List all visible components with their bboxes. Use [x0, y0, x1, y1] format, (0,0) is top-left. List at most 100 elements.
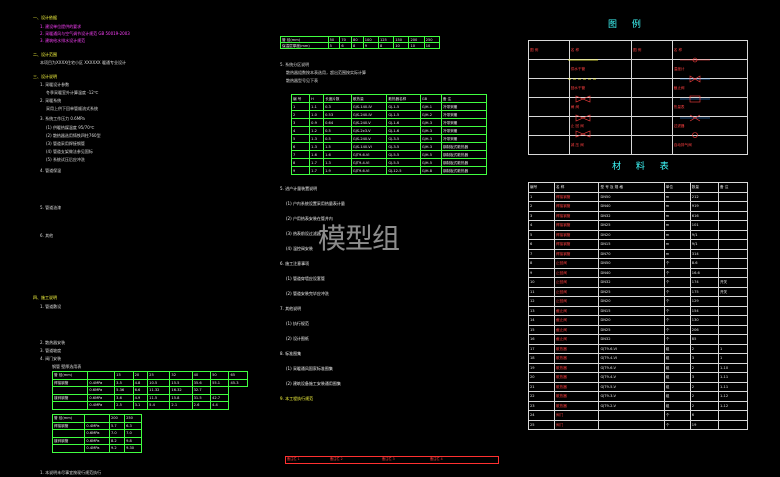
table-cell: 21 [527, 381, 556, 392]
table-cell [717, 296, 749, 307]
table-cell: 焊接钢管 [554, 229, 600, 240]
table-cell [717, 419, 749, 430]
table-cell: GJT9-4-VI [598, 353, 665, 364]
table-cell: 1 [527, 191, 556, 202]
table-row: 14 截止阀 DN20 个 130 [527, 315, 749, 326]
table-cell: DN40 [598, 267, 665, 278]
table-cell: 13 [527, 305, 556, 316]
table-cell: 组 [663, 391, 691, 402]
table-cell: 名 称 [554, 182, 600, 193]
table-cell: 组 [663, 400, 691, 411]
table-cell: 型 号 及 规 格 [598, 182, 665, 193]
table-row: 12 止回阀 DN20 个 129 [527, 296, 749, 307]
table-row: 19 散热器 GJT9-6-V 组 2 1-10 [527, 362, 749, 373]
table-cell: 10 [527, 277, 556, 288]
table-cell: DN15 [598, 305, 665, 316]
table-cell [598, 419, 665, 430]
table-cell: 个 [663, 419, 691, 430]
materials-title: 材 料 表 [612, 162, 675, 172]
table-cell: 1-11 [717, 372, 749, 383]
table-cell: 11 [527, 286, 556, 297]
table-cell: 1 [717, 353, 749, 364]
table-cell: GJT9-6-V [598, 362, 665, 373]
check-valve-icon [575, 114, 591, 122]
table-cell: 25 [527, 419, 556, 430]
table-cell: 16 [527, 334, 556, 345]
table-cell [717, 220, 749, 231]
table-cell: GJT9-3-V [598, 391, 665, 402]
table-cell: 12 [527, 296, 556, 307]
table-cell: 2 [689, 343, 719, 354]
table-cell: 截止阀 [554, 305, 600, 316]
table-cell: 个 [663, 277, 691, 288]
table-row: 17 散热器 GJT9-6-VI 组 2 1 [527, 343, 749, 354]
table-cell: 散热器 [554, 343, 600, 354]
reducing-valve-icon [575, 130, 591, 138]
table-cell: 焊接钢管 [554, 239, 600, 250]
gate-valve-icon [575, 95, 591, 103]
watermark: 模型组 [318, 222, 400, 255]
table-cell: 个 [663, 296, 691, 307]
table-cell: 数量 [689, 182, 719, 193]
air-vent-icon [692, 132, 698, 138]
table-cell: GJT9-4-V [598, 372, 665, 383]
table-row: 13 截止阀 DN15 个 154 [527, 305, 749, 316]
table-cell: 备 注 [717, 182, 749, 193]
table-cell: 19 [689, 419, 719, 430]
table-cell: DN32 [598, 277, 665, 288]
table-cell: 2 [689, 391, 719, 402]
table-cell [717, 248, 749, 259]
table-cell: 焊接钢管 [554, 201, 600, 212]
table-cell: 130 [689, 315, 719, 326]
table-cell: 4 [527, 220, 556, 231]
table-cell: 2 [689, 362, 719, 373]
table-cell [717, 324, 749, 335]
table-cell: 9/1 [689, 229, 719, 240]
table-cell: 散热器 [554, 372, 600, 383]
table-cell: 24 [527, 410, 556, 421]
table-cell: 个 [663, 267, 691, 278]
table-cell: m [663, 201, 691, 212]
table-cell: 焊接钢管 [554, 248, 600, 259]
table-cell: 焊接钢管 [554, 220, 600, 231]
table-cell: 散热器 [554, 381, 600, 392]
table-cell: 14 [527, 315, 556, 326]
table-cell: DN25 [598, 324, 665, 335]
table-row: 9 止回阀 DN40 个 16.6 [527, 267, 749, 278]
table-cell: 组 [663, 381, 691, 392]
table-cell: 散热器 [554, 362, 600, 373]
table-row: 10 止回阀 DN32 个 174 开关 [527, 277, 749, 288]
table-cell: 阀门 [554, 419, 600, 430]
table-cell: 组 [663, 362, 691, 373]
table-cell [717, 305, 749, 316]
table-row: 23 散热器 GJT9-2-V 组 2 1-12 [527, 400, 749, 411]
table-cell: 129 [689, 296, 719, 307]
materials-table: 编号名 称型 号 及 规 格单位 数量备 注 1 焊接钢管 DN50 m 212 2 焊接钢管 D… [527, 182, 749, 430]
table-cell: DN50 [598, 258, 665, 269]
table-cell: 5 [527, 229, 556, 240]
table-header-row: 编号名 称型 号 及 规 格单位 数量备 注 [527, 182, 749, 193]
table-cell: 3 [527, 210, 556, 221]
table-cell [717, 210, 749, 221]
table-cell: 6 [527, 239, 556, 250]
table-cell: 15 [527, 324, 556, 335]
table-cell: 止回阀 [554, 277, 600, 288]
table-cell: 2 [689, 381, 719, 392]
table-cell: 154 [689, 305, 719, 316]
table-cell: 开关 [717, 286, 749, 297]
table-cell: GJT9-6-VI [598, 343, 665, 354]
table-row: 1 焊接钢管 DN50 m 212 [527, 191, 749, 202]
table-cell: 散热器 [554, 400, 600, 411]
table-cell: 组 [663, 372, 691, 383]
table-cell: DN20 [598, 229, 665, 240]
table-cell: DN40 [598, 201, 665, 212]
table-cell: 85 [689, 334, 719, 345]
table-cell: 6 [689, 410, 719, 421]
table-cell: 组 [663, 353, 691, 364]
table-cell: 1-11 [717, 381, 749, 392]
table-cell: 组 [663, 343, 691, 354]
table-cell: 单位 [663, 182, 691, 193]
table-row: 11 止回阀 DN25 个 175 开关 [527, 286, 749, 297]
table-cell: m [663, 191, 691, 202]
table-cell: 3 [689, 372, 719, 383]
